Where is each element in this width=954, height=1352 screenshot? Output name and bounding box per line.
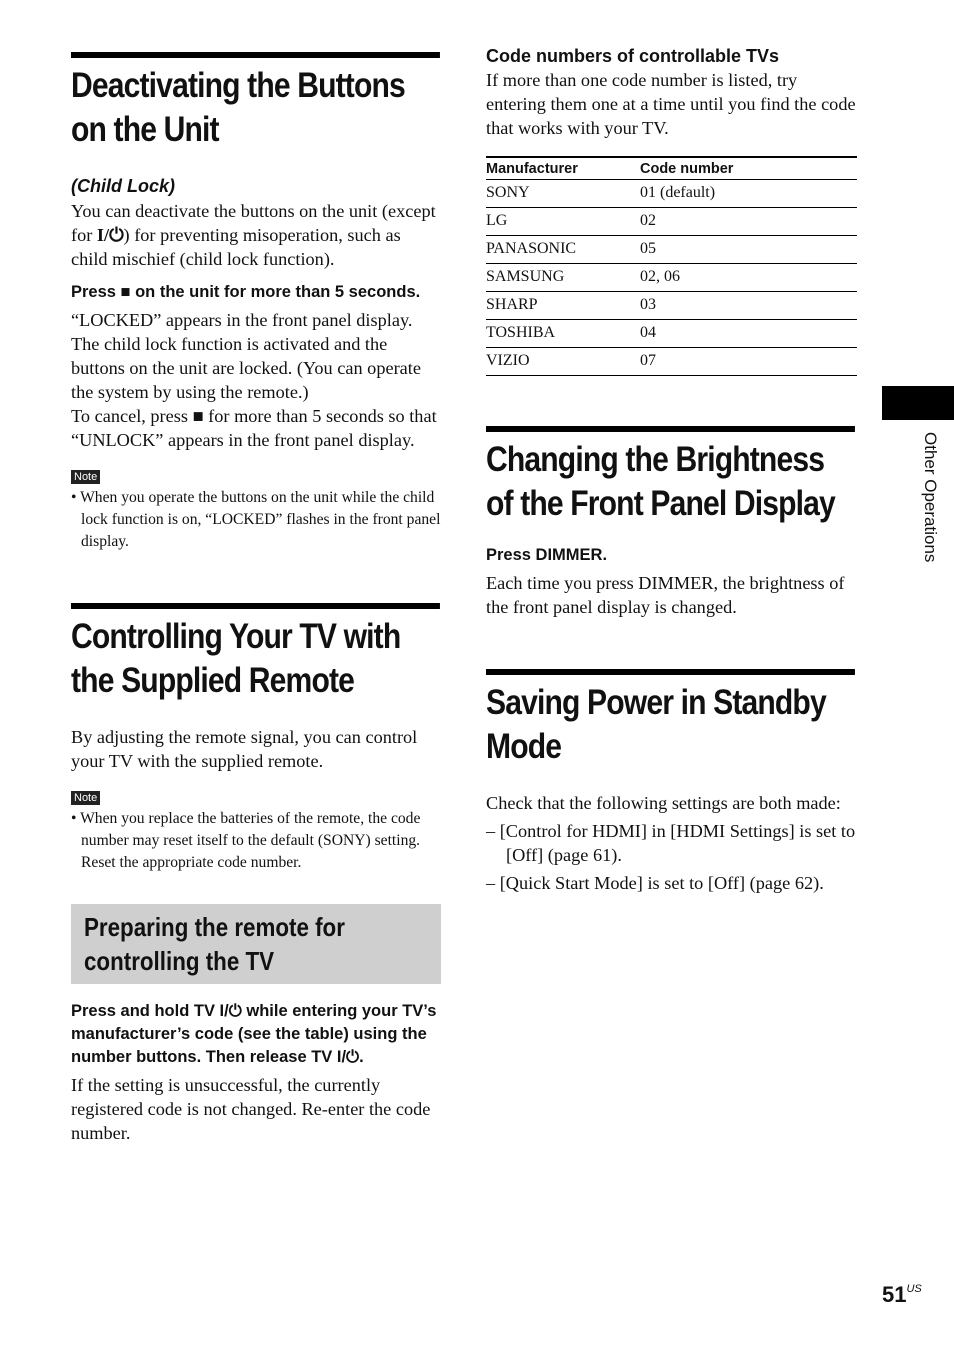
- brightness-step: Press DIMMER.: [486, 546, 608, 564]
- tv-code-table: Manufacturer Code number SONY 01 (default…: [486, 156, 857, 376]
- manufacturer-cell: TOSHIBA: [486, 319, 640, 348]
- heading-standby: Saving Power in Standby Mode: [486, 669, 856, 769]
- standby-body: Check that the following settings are bo…: [486, 793, 841, 813]
- table-row: PANASONIC 05: [486, 235, 857, 264]
- list-item: – [Control for HDMI] in [HDMI Settings] …: [486, 821, 856, 865]
- child-lock-intro: You can deactivate the buttons on the un…: [71, 199, 441, 271]
- note-label: Note: [71, 791, 101, 805]
- manufacturer-cell: VIZIO: [486, 347, 640, 376]
- child-lock-step: Press ■ on the unit for more than 5 seco…: [71, 281, 441, 304]
- heading-brightness: Changing the Brightness of the Front Pan…: [486, 426, 856, 526]
- manufacturer-cell: SHARP: [486, 291, 640, 320]
- power-icon: I/⏻: [96, 225, 124, 245]
- manufacturer-cell: LG: [486, 207, 640, 236]
- subtitle-child-lock: (Child Lock): [71, 176, 175, 196]
- tv-remote-body: By adjusting the remote signal, you can …: [71, 727, 418, 771]
- code-cell: 02, 06: [640, 263, 857, 292]
- page-suffix: US: [906, 1283, 922, 1295]
- manufacturer-cell: SONY: [486, 179, 640, 208]
- code-cell: 05: [640, 235, 857, 264]
- power-icon: I/⏻: [219, 1002, 242, 1020]
- column-header-code: Code number: [640, 156, 857, 180]
- section-tab-marker: [882, 386, 954, 420]
- right-column: Code numbers of controllable TVs If more…: [486, 44, 857, 895]
- tv-remote-body-2: If the setting is unsuccessful, the curr…: [71, 1075, 431, 1143]
- child-lock-body-1: “LOCKED” appears in the front panel disp…: [71, 310, 421, 402]
- page-number-value: 51: [882, 1282, 907, 1307]
- manufacturer-cell: SAMSUNG: [486, 263, 640, 292]
- table-row: SONY 01 (default): [486, 179, 857, 208]
- subheading-preparing-remote: Preparing the remote for controlling the…: [71, 904, 441, 984]
- table-row: TOSHIBA 04: [486, 319, 857, 348]
- subheading-text: Preparing the remote for controlling the…: [84, 912, 345, 976]
- brightness-body: Each time you press DIMMER, the brightne…: [486, 573, 845, 617]
- heading-tv-remote: Controlling Your TV with the Supplied Re…: [71, 603, 441, 703]
- power-icon: I/⏻: [336, 1048, 360, 1066]
- left-column: Deactivating the Buttons on the Unit (Ch…: [71, 52, 441, 1145]
- step-text-1: Press and hold TV: [71, 1002, 220, 1020]
- list-item: – [Quick Start Mode] is set to [Off] (pa…: [486, 873, 824, 893]
- child-lock-note: • When you operate the buttons on the un…: [71, 489, 441, 550]
- heading-child-lock: Deactivating the Buttons on the Unit: [71, 52, 441, 152]
- stop-icon: ■: [120, 283, 131, 301]
- table-row: LG 02: [486, 207, 857, 236]
- child-lock-body-2: To cancel, press ■ for more than 5 secon…: [71, 404, 441, 452]
- table-row: SHARP 03: [486, 291, 857, 320]
- note-label: Note: [71, 470, 101, 484]
- page-number: 51US: [882, 1282, 922, 1308]
- table-row: SAMSUNG 02, 06: [486, 263, 857, 292]
- codes-title: Code numbers of controllable TVs: [486, 46, 780, 66]
- step-text-1: Press: [71, 283, 121, 301]
- tv-remote-step: Press and hold TV I/⏻ while entering you…: [71, 1000, 441, 1069]
- step-text-2: on the unit for more than 5 seconds.: [130, 283, 421, 301]
- tv-remote-note: • When you replace the batteries of the …: [71, 810, 421, 871]
- manufacturer-cell: PANASONIC: [486, 235, 640, 264]
- stop-icon: ■: [192, 406, 204, 426]
- codes-body: If more than one code number is listed, …: [486, 70, 856, 138]
- column-header-manufacturer: Manufacturer: [486, 156, 640, 180]
- code-cell: 07: [640, 347, 857, 376]
- table-header-row: Manufacturer Code number: [486, 156, 857, 180]
- code-cell: 04: [640, 319, 857, 348]
- code-cell: 01 (default): [640, 179, 857, 208]
- cancel-text-1: To cancel, press: [71, 406, 193, 426]
- step-text-3: .: [359, 1048, 364, 1066]
- table-row: VIZIO 07: [486, 347, 857, 376]
- code-cell: 03: [640, 291, 857, 320]
- side-tab-label: Other Operations: [921, 432, 940, 563]
- code-cell: 02: [640, 207, 857, 236]
